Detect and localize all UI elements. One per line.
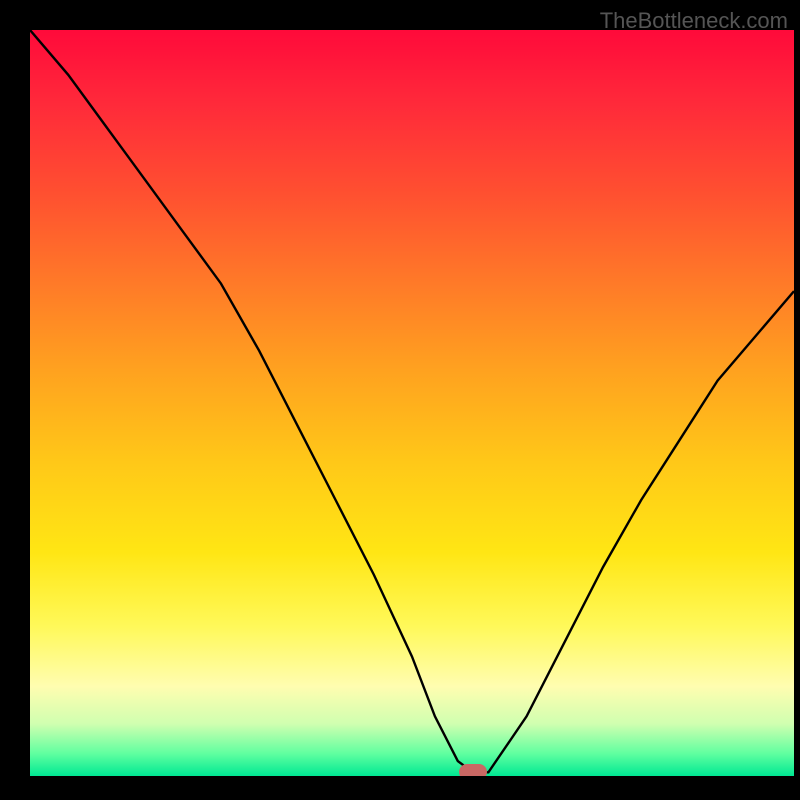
bottleneck-curve-path: [30, 30, 794, 772]
optimal-point-marker: [459, 764, 487, 776]
watermark-label: TheBottleneck.com: [600, 8, 788, 34]
plot-area: [30, 30, 794, 776]
curve-layer: [30, 30, 794, 776]
